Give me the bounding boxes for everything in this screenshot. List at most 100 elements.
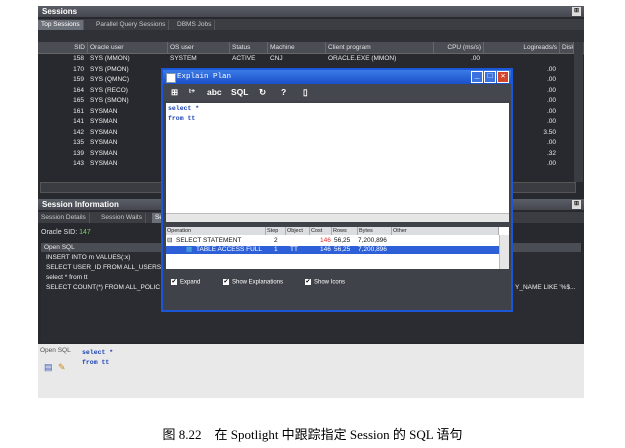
open-sql-code-line: select * (82, 349, 114, 356)
cell-sid: 143 (73, 160, 84, 167)
tab-top-sessions[interactable]: Top Sessions (38, 20, 84, 30)
plan-col-object[interactable]: Object (286, 227, 310, 235)
plan-col-cost[interactable]: Cost (310, 227, 332, 235)
explain-icon[interactable]: ▤ (44, 362, 53, 373)
plan-bytes: 7,200,896 (358, 246, 387, 253)
table-icon: ▦ (186, 246, 193, 253)
refresh-icon[interactable]: ↻ (259, 87, 266, 98)
plan-vscrollbar[interactable] (499, 235, 509, 269)
cell-sid: 141 (73, 118, 84, 125)
plan-grid: Operation Step Object Cost Rows Bytes Ot… (166, 227, 509, 269)
explain-toolbar: ⊞ ᵗ⁺ abc SQL ↻ ? ▯ (163, 84, 511, 101)
col-client-program[interactable]: Client program (326, 42, 434, 53)
sql-editor[interactable]: select * from tt (166, 103, 509, 213)
help-icon[interactable]: ? (281, 87, 286, 98)
col-cpu[interactable]: CPU (ms/s) (434, 42, 484, 53)
col-disk[interactable]: Disk (560, 42, 574, 53)
plan-row[interactable]: ⊟ SELECT STATEMENT 2 146 56,25 7,200,896 (166, 237, 499, 245)
cell-sid: 158 (73, 55, 84, 62)
show-icons-label: Show Icons (314, 279, 346, 286)
col-status[interactable]: Status (230, 42, 268, 53)
show-icons-checkbox[interactable]: ✔ Show Icons (305, 279, 345, 286)
open-sql-pane: Open SQL ▤ ✎ select * from tt (38, 344, 584, 398)
col-logireads[interactable]: Logireads/s (484, 42, 560, 53)
sessions-grid-header: SID Oracle user OS user Status Machine C… (38, 42, 584, 54)
plan-op: SELECT STATEMENT (176, 237, 242, 244)
cell-user: SYSMAN (90, 149, 118, 157)
close-icon[interactable]: ✕ (497, 71, 509, 83)
plan-col-operation[interactable]: Operation (166, 227, 266, 235)
cell-sid: 142 (73, 128, 84, 136)
run-icon[interactable]: ✎ (58, 362, 66, 373)
expand-label: Expand (180, 279, 201, 286)
cell-user: SYS (PMON) (90, 65, 129, 73)
plan-cost: 146 (320, 246, 331, 253)
plan-object: TT (290, 246, 298, 253)
cell-user: SYS (RECO) (90, 86, 128, 94)
oracle-sid: Oracle SID: 147 (41, 229, 91, 236)
pin-icon[interactable]: ⊞ (572, 7, 581, 16)
sessions-vscrollbar[interactable] (574, 42, 583, 182)
minimize-icon[interactable]: _ (471, 71, 483, 83)
cell-user: SYSMAN (90, 128, 118, 136)
plan-cost: 146 (320, 237, 331, 244)
cell-sid: 135 (73, 139, 84, 146)
open-sql-label: Open SQL (40, 347, 71, 354)
tab-session-details[interactable]: Session Details (38, 213, 90, 223)
cell-user: SYSMAN (90, 160, 118, 167)
plan-step: 2 (274, 237, 278, 244)
cell-sid: 164 (73, 86, 84, 94)
cell-status: ACTIVE (232, 55, 256, 62)
plan-step: 1 (274, 246, 278, 253)
cell-sid: 170 (73, 65, 84, 73)
figure-caption: 图 8.22 在 Spotlight 中跟踪指定 Session 的 SQL 语… (162, 427, 463, 442)
tab-parallel-query[interactable]: Parallel Query Sessions (93, 20, 170, 30)
cell-machine: CNJ (270, 55, 283, 62)
maximize-icon[interactable]: □ (484, 71, 496, 83)
plan-col-step[interactable]: Step (266, 227, 286, 235)
sql-line[interactable]: select * from tt (46, 274, 88, 281)
editor-hscrollbar[interactable] (166, 213, 509, 222)
col-machine[interactable]: Machine (268, 42, 326, 53)
plan-row-selected[interactable]: ▦ TABLE ACCESS FULL 1 TT 146 56,25 7,200… (166, 246, 499, 254)
sessions-panel-title: Sessions ⊞ (38, 6, 584, 17)
table-row[interactable]: 158 SYS (MMON) SYSTEM ACTIVE CNJ ORACLE.EXE (… (38, 54, 578, 64)
cell-user: SYSMAN (90, 107, 118, 115)
plan-col-other[interactable]: Other (392, 227, 499, 235)
oracle-sid-label: Oracle SID: (41, 229, 78, 236)
cell-sid: 159 (73, 76, 84, 83)
show-explanations-label: Show Explanations (232, 279, 284, 286)
plan-bytes: 7,200,896 (358, 237, 387, 244)
tab-session-waits[interactable]: Session Waits (98, 213, 146, 223)
show-explanations-checkbox[interactable]: ✔ Show Explanations (223, 279, 283, 286)
sql-icon[interactable]: SQL (231, 87, 248, 98)
sql-line[interactable]: SELECT USER_ID FROM ALL_USERS (46, 264, 161, 271)
tab-dbms-jobs[interactable]: DBMS Jobs (174, 20, 216, 30)
col-sid[interactable]: SID (38, 42, 88, 53)
editor-line: select * (168, 105, 200, 112)
cell-user: SYSMAN (90, 139, 118, 146)
plan-col-bytes[interactable]: Bytes (358, 227, 392, 235)
explain-plan-dialog: Explain Plan _ □ ✕ ⊞ ᵗ⁺ abc SQL ↻ ? ▯ se… (161, 68, 513, 312)
checkmark-icon: ✔ (305, 279, 311, 285)
tree-icon[interactable]: ᵗ⁺ (189, 87, 195, 98)
pin-icon[interactable]: ⊞ (572, 200, 581, 209)
editor-line: from tt (168, 115, 196, 122)
cell-sid: 139 (73, 149, 84, 157)
expand-checkbox[interactable]: ✔ Expand (171, 279, 200, 286)
sql-line-fragment: Y_NAME LIKE '%$... (515, 284, 576, 291)
clipboard-icon[interactable]: ▯ (303, 87, 308, 98)
explain-plan-titlebar[interactable]: Explain Plan _ □ ✕ (163, 70, 511, 84)
grid-icon[interactable]: ⊞ (171, 87, 178, 98)
sql-line[interactable]: INSERT INTO m VALUES(:x) (46, 254, 130, 261)
plan-col-rows[interactable]: Rows (332, 227, 358, 235)
session-info-title: Session Information (42, 200, 119, 209)
sql-line[interactable]: SELECT COUNT(*) FROM ALL_POLIC (46, 284, 160, 291)
open-sql-code-line: from tt (82, 359, 110, 366)
col-os-user[interactable]: OS user (168, 42, 230, 53)
cell-os: SYSTEM (170, 55, 197, 62)
col-oracle-user[interactable]: Oracle user (88, 42, 168, 53)
collapse-icon[interactable]: ⊟ (167, 237, 172, 245)
plan-rows: 56,25 (334, 237, 351, 244)
abc-icon[interactable]: abc (207, 87, 222, 98)
